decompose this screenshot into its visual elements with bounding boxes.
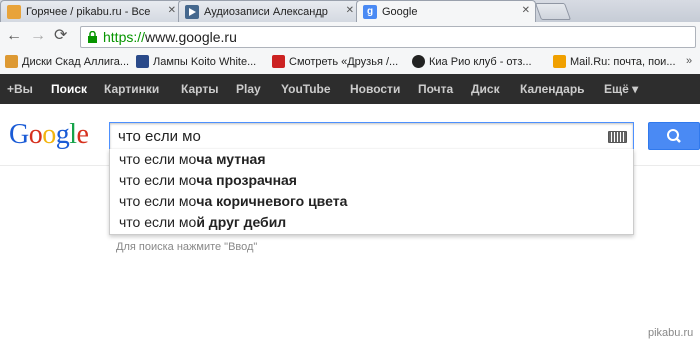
bookmark-favicon-icon: [553, 55, 566, 68]
url-scheme: https://: [103, 29, 146, 45]
google-bar: +Вы Поиск Картинки Карты Play YouTube Но…: [0, 74, 700, 104]
tab-google[interactable]: g Google ✕: [356, 0, 536, 22]
bookmark-favicon-icon: [5, 55, 18, 68]
search-icon: [667, 129, 681, 143]
reload-icon[interactable]: ⟳: [54, 28, 67, 44]
bookmark-label: Диски Скад Аллига...: [22, 55, 130, 68]
suggestion-item[interactable]: что если моча прозрачная: [119, 172, 297, 188]
bookmark-item[interactable]: Киа Рио клуб - отз...: [412, 55, 532, 68]
google-icon: g: [363, 4, 377, 19]
bookmark-favicon-icon: [136, 55, 149, 68]
back-icon[interactable]: ←: [6, 28, 22, 44]
gbar-images[interactable]: Картинки: [104, 82, 159, 96]
forward-icon[interactable]: →: [30, 28, 46, 44]
search-box: [109, 122, 634, 150]
bookmark-label: Смотреть «Друзья /...: [289, 55, 399, 68]
search-input[interactable]: [118, 127, 598, 145]
new-tab-button[interactable]: [534, 3, 572, 20]
gbar-calendar[interactable]: Календарь: [520, 82, 585, 96]
gbar-maps[interactable]: Карты: [181, 82, 218, 96]
bookmark-favicon-icon: [272, 55, 285, 68]
suggestions-dropdown: что если моча мутная что если моча прозр…: [109, 149, 634, 235]
suggestion-item[interactable]: что если моча мутная: [119, 151, 266, 167]
gbar-plus-you[interactable]: +Вы: [7, 82, 33, 96]
bookmark-favicon-icon: [412, 55, 425, 68]
bookmark-item[interactable]: Смотреть «Друзья /...: [272, 55, 398, 68]
bookmark-item[interactable]: Диски Скад Аллига...: [5, 55, 129, 68]
bookmark-label: Киа Рио клуб - отз...: [429, 55, 532, 68]
suggestion-item[interactable]: что если мой друг дебил: [119, 214, 286, 230]
gbar-play[interactable]: Play: [236, 82, 261, 96]
gbar-youtube[interactable]: YouTube: [281, 82, 331, 96]
bookmark-item[interactable]: Mail.Ru: почта, пои...: [553, 55, 676, 68]
tab-label: Горячее / pikabu.ru - Все: [26, 5, 151, 18]
watermark: pikabu.ru: [648, 327, 694, 339]
bookmark-label: Лампы Koito White...: [153, 55, 257, 68]
tab-label: Аудиозаписи Александр: [204, 5, 328, 18]
tab-label: Google: [382, 5, 418, 18]
google-logo[interactable]: Google: [9, 119, 89, 151]
vk-icon: [185, 4, 199, 19]
bookmarks-bar: Диски Скад Аллига... Лампы Koito White..…: [0, 52, 700, 75]
gbar-more[interactable]: Ещё ▾: [604, 82, 638, 96]
gbar-drive[interactable]: Диск: [471, 82, 500, 96]
more-bookmarks-icon[interactable]: »: [686, 55, 692, 67]
gbar-mail[interactable]: Почта: [418, 82, 453, 96]
close-icon[interactable]: ✕: [346, 5, 354, 16]
tab-audio[interactable]: Аудиозаписи Александр ✕: [178, 0, 360, 22]
url-host: www.google.ru: [145, 29, 237, 45]
enter-hint: Для поиска нажмите "Ввод": [116, 241, 258, 253]
gbar-news[interactable]: Новости: [350, 82, 400, 96]
bookmark-item[interactable]: Лампы Koito White...: [136, 55, 256, 68]
suggestion-item[interactable]: что если моча коричневого цвета: [119, 193, 347, 209]
gbar-search[interactable]: Поиск: [51, 82, 87, 96]
address-bar[interactable]: https://www.google.ru: [80, 26, 696, 48]
tab-strip: Горячее / pikabu.ru - Все ✕ Аудиозаписи …: [0, 0, 700, 22]
lock-icon: [88, 31, 97, 43]
tab-pikabu[interactable]: Горячее / pikabu.ru - Все ✕: [0, 0, 182, 22]
close-icon[interactable]: ✕: [522, 5, 530, 16]
bookmark-label: Mail.Ru: почта, пои...: [570, 55, 676, 68]
pikabu-icon: [7, 4, 21, 19]
search-button[interactable]: [648, 122, 700, 150]
keyboard-icon[interactable]: [608, 131, 627, 143]
toolbar: ← → ⟳ https://www.google.ru: [0, 22, 700, 53]
close-icon[interactable]: ✕: [168, 5, 176, 16]
